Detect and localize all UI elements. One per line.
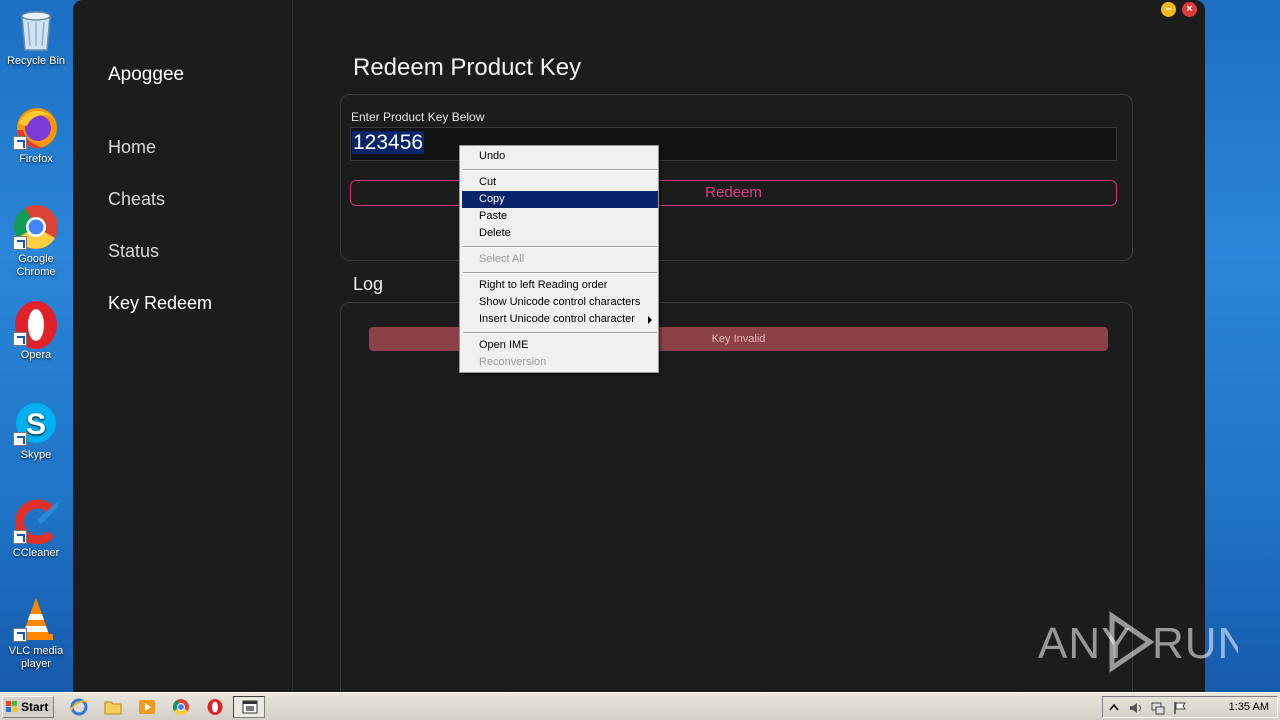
shortcut-arrow-icon	[13, 530, 27, 544]
menu-item-cut[interactable]: Cut	[462, 174, 658, 191]
menu-item-rtl-reading-order[interactable]: Right to left Reading order	[462, 277, 658, 294]
desktop-icon-label: Opera	[20, 349, 52, 361]
selected-text: 123456	[352, 131, 425, 154]
start-button[interactable]: Start	[2, 696, 54, 718]
shortcut-arrow-icon	[13, 628, 27, 642]
windows-flag-icon	[6, 701, 17, 712]
action-center-flag-icon[interactable]	[1173, 701, 1187, 715]
svg-text:S: S	[26, 408, 46, 441]
desktop-icon-label: CCleaner	[12, 547, 60, 559]
nav-item-key-redeem[interactable]: Key Redeem	[108, 293, 212, 314]
desktop-icon-label: Firefox	[19, 153, 53, 165]
watermark-text-run: RUN	[1152, 619, 1238, 668]
recycle-bin-icon	[13, 6, 59, 52]
key-input-label: Enter Product Key Below	[351, 110, 485, 124]
desktop-icon-skype[interactable]: S Skype	[2, 400, 70, 462]
menu-item-select-all[interactable]: Select All	[462, 251, 658, 268]
menu-item-open-ime[interactable]: Open IME	[462, 337, 658, 354]
nav-item-status[interactable]: Status	[108, 241, 159, 262]
ccleaner-icon	[13, 498, 59, 545]
desktop-icon-label: VLC media player	[8, 645, 64, 670]
desktop-icon-label: Recycle Bin	[6, 55, 66, 67]
nav-item-home[interactable]: Home	[108, 137, 156, 158]
taskbar-app-button[interactable]	[233, 696, 265, 718]
app-brand: Apoggee	[108, 64, 185, 85]
menu-separator	[463, 272, 657, 274]
shortcut-arrow-icon	[13, 236, 27, 250]
menu-separator	[463, 246, 657, 248]
menu-item-delete[interactable]: Delete	[462, 225, 658, 242]
show-hidden-icons-icon[interactable]	[1107, 701, 1121, 715]
desktop-icon-vlc[interactable]: VLC media player	[2, 596, 70, 671]
menu-item-paste[interactable]: Paste	[462, 208, 658, 225]
start-label: Start	[21, 700, 49, 714]
opera-icon	[13, 300, 59, 349]
desktop-icon-label: Google Chrome	[16, 253, 56, 278]
submenu-arrow-icon	[648, 316, 652, 324]
context-menu: Undo Cut Copy Paste Delete Select All Ri…	[459, 145, 659, 373]
desktop-icon-label: Skype	[20, 449, 52, 461]
desktop-icon-ccleaner[interactable]: CCleaner	[2, 498, 70, 560]
app-window-icon	[242, 700, 258, 714]
desktop-icon-recycle-bin[interactable]: Recycle Bin	[2, 6, 70, 68]
menu-separator	[463, 169, 657, 171]
opera-icon[interactable]	[206, 698, 224, 716]
volume-icon[interactable]	[1129, 701, 1143, 715]
sidebar: Apoggee Home Cheats Status Key Redeem	[73, 0, 293, 692]
watermark: ANY RUN	[1038, 610, 1249, 674]
desktop-icon-firefox[interactable]: Firefox	[2, 104, 70, 166]
menu-item-show-unicode-control[interactable]: Show Unicode control characters	[462, 294, 658, 311]
firefox-icon	[13, 104, 59, 150]
taskbar: Start 1:35 AM	[0, 692, 1280, 720]
ie-icon[interactable]	[70, 698, 88, 716]
menu-item-copy[interactable]: Copy	[462, 191, 658, 208]
watermark-text-any: ANY	[1038, 619, 1131, 668]
desktop-icon-chrome[interactable]: Google Chrome	[2, 204, 70, 279]
shortcut-arrow-icon	[13, 432, 27, 446]
menu-item-undo[interactable]: Undo	[462, 148, 658, 165]
desktop-icon-opera[interactable]: Opera	[2, 300, 70, 362]
media-player-icon[interactable]	[138, 698, 156, 716]
nav-item-cheats[interactable]: Cheats	[108, 189, 165, 210]
minimize-button[interactable]: –	[1161, 2, 1176, 17]
chrome-icon[interactable]	[172, 698, 190, 716]
skype-icon: S	[13, 400, 59, 446]
menu-item-label: Insert Unicode control character	[479, 313, 635, 325]
menu-item-insert-unicode-control[interactable]: Insert Unicode control character	[462, 311, 658, 328]
chrome-icon	[13, 204, 59, 250]
shortcut-arrow-icon	[13, 136, 27, 150]
menu-separator	[463, 332, 657, 334]
taskbar-clock[interactable]: 1:35 AM	[1229, 701, 1269, 713]
page-title: Redeem Product Key	[353, 54, 582, 81]
close-button[interactable]: ×	[1182, 2, 1197, 17]
menu-item-reconversion[interactable]: Reconversion	[462, 354, 658, 371]
network-icon[interactable]	[1151, 701, 1165, 715]
log-title: Log	[353, 274, 384, 294]
vlc-icon	[13, 596, 59, 642]
shortcut-arrow-icon	[13, 332, 27, 346]
folder-icon[interactable]	[104, 698, 122, 716]
system-tray: 1:35 AM	[1102, 696, 1278, 718]
